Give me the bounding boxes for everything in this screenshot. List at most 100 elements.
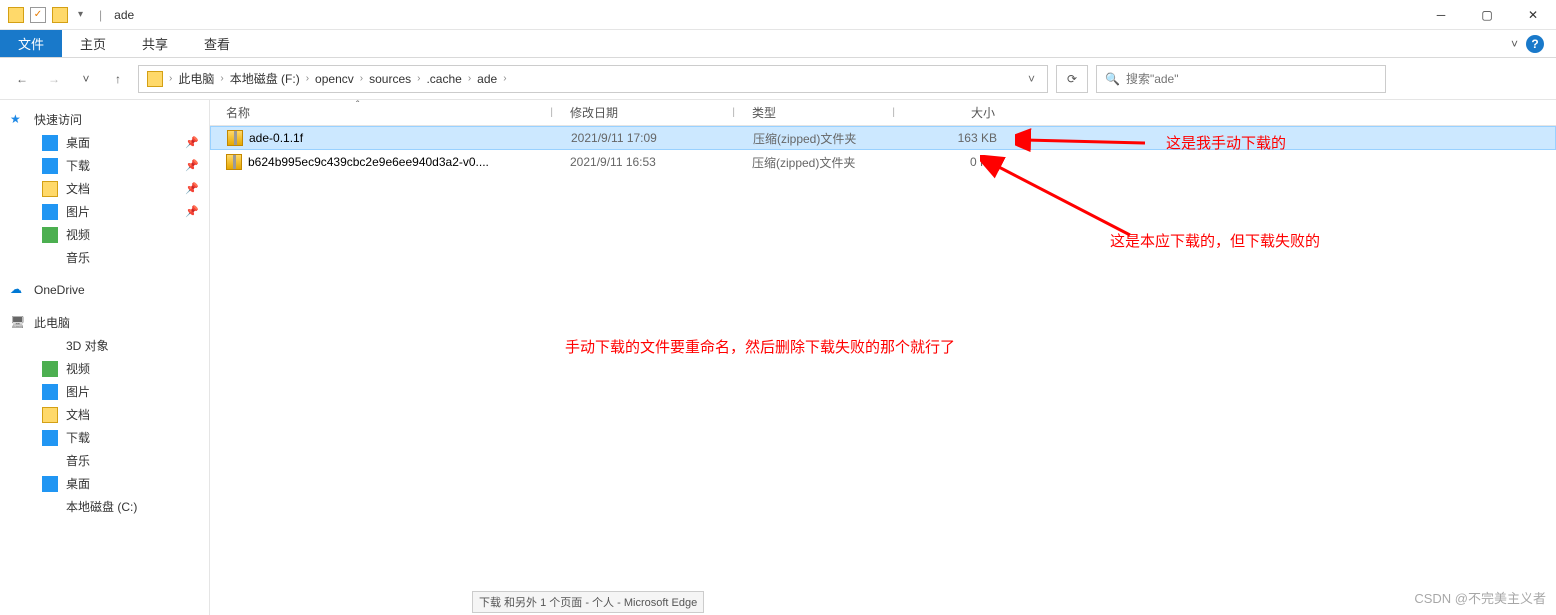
refresh-button[interactable]: ⟳ xyxy=(1056,65,1088,93)
ribbon-tab-view[interactable]: 查看 xyxy=(186,30,248,57)
sidebar-item-label: 下载 xyxy=(66,429,90,446)
qat-checkbox[interactable]: ✓ xyxy=(30,7,46,23)
address-bar[interactable]: › 此电脑›本地磁盘 (F:)›opencv›sources›.cache›ad… xyxy=(138,65,1048,93)
sidebar-item-label: 音乐 xyxy=(66,249,90,266)
ribbon-tab-share[interactable]: 共享 xyxy=(124,30,186,57)
folder-icon xyxy=(8,7,24,23)
sidebar-this-pc[interactable]: 🖥 此电脑 xyxy=(0,311,209,334)
folder-icon-2 xyxy=(52,7,68,23)
column-size[interactable]: 大小 xyxy=(904,100,1004,125)
addressbar-dropdown[interactable]: ˅ xyxy=(1020,72,1043,86)
ribbon-collapse-icon[interactable]: ˅ xyxy=(1511,37,1518,51)
titlebar: ✓ ▾ | ade ─ ▢ ✕ xyxy=(0,0,1556,30)
nav-back-button[interactable]: ← xyxy=(10,67,34,91)
pin-icon: 📌 xyxy=(185,205,199,218)
arrow-icon xyxy=(1015,128,1155,158)
breadcrumb-item[interactable]: 此电脑 xyxy=(174,70,218,87)
close-button[interactable]: ✕ xyxy=(1510,0,1556,30)
ribbon-tab-file[interactable]: 文件 xyxy=(0,30,62,57)
file-size: 163 KB xyxy=(905,131,1005,145)
sidebar-item-label: 下载 xyxy=(66,157,90,174)
chevron-right-icon[interactable]: › xyxy=(218,73,225,84)
chevron-right-icon[interactable]: › xyxy=(304,73,311,84)
chevron-right-icon[interactable]: › xyxy=(167,73,174,84)
folder-icon xyxy=(42,181,58,197)
nav-up-button[interactable]: ↑ xyxy=(106,67,130,91)
qat-dropdown[interactable]: ▾ xyxy=(74,9,87,20)
pin-icon: 📌 xyxy=(185,159,199,172)
column-name[interactable]: 名称| xyxy=(210,100,562,125)
chevron-right-icon[interactable]: › xyxy=(415,73,422,84)
breadcrumb-item[interactable]: sources xyxy=(365,72,415,86)
sidebar-item[interactable]: 音乐 xyxy=(0,246,209,269)
sidebar-item[interactable]: 下载 xyxy=(0,426,209,449)
chevron-right-icon[interactable]: › xyxy=(466,73,473,84)
sidebar-item[interactable]: 桌面📌 xyxy=(0,131,209,154)
sidebar-item[interactable]: 音乐 xyxy=(0,449,209,472)
folder-icon xyxy=(42,384,58,400)
chevron-up-icon: ˆ xyxy=(356,100,359,111)
sidebar-item-label: 视频 xyxy=(66,226,90,243)
sidebar-quick-access[interactable]: ★ 快速访问 xyxy=(0,108,209,131)
sidebar-item[interactable]: 视频 xyxy=(0,357,209,380)
pin-icon: 📌 xyxy=(185,136,199,149)
hover-tooltip: 下载 和另外 1 个页面 - 个人 - Microsoft Edge xyxy=(472,591,704,613)
sidebar-item[interactable]: 文档 xyxy=(0,403,209,426)
sidebar-item-label: 桌面 xyxy=(66,475,90,492)
folder-icon xyxy=(42,158,58,174)
addressbar-folder-icon xyxy=(147,71,163,87)
sidebar-item[interactable]: 文档📌 xyxy=(0,177,209,200)
window-title: ade xyxy=(114,8,134,22)
breadcrumb-item[interactable]: ade xyxy=(473,72,501,86)
search-box[interactable]: 🔍 xyxy=(1096,65,1386,93)
file-type: 压缩(zipped)文件夹 xyxy=(745,130,905,147)
folder-icon xyxy=(42,361,58,377)
sidebar-item[interactable]: 图片 📌 xyxy=(0,200,209,223)
nav-history-dropdown[interactable]: ˅ xyxy=(74,67,98,91)
nav-forward-button[interactable]: → xyxy=(42,67,66,91)
pc-icon: 🖥 xyxy=(10,315,26,331)
folder-icon xyxy=(42,453,58,469)
sidebar-item[interactable]: 视频 xyxy=(0,223,209,246)
column-type[interactable]: 类型| xyxy=(744,100,904,125)
folder-icon xyxy=(42,204,58,220)
pin-icon: 📌 xyxy=(185,182,199,195)
navbar: ← → ˅ ↑ › 此电脑›本地磁盘 (F:)›opencv›sources›.… xyxy=(0,58,1556,100)
sidebar-item[interactable]: 图片 xyxy=(0,380,209,403)
sidebar-item-label: 视频 xyxy=(66,360,90,377)
minimize-button[interactable]: ─ xyxy=(1418,0,1464,30)
sidebar-onedrive[interactable]: ☁ OneDrive xyxy=(0,279,209,301)
breadcrumb-item[interactable]: opencv xyxy=(311,72,358,86)
chevron-right-icon[interactable]: › xyxy=(358,73,365,84)
sidebar-item[interactable]: 3D 对象 xyxy=(0,334,209,357)
annotation-3: 手动下载的文件要重命名，然后删除下载失败的那个就行了 xyxy=(565,336,955,357)
sidebar-label: OneDrive xyxy=(34,283,85,297)
sidebar-item[interactable]: 本地磁盘 (C:) xyxy=(0,495,209,518)
maximize-button[interactable]: ▢ xyxy=(1464,0,1510,30)
folder-icon xyxy=(42,499,58,515)
sidebar-item-label: 本地磁盘 (C:) xyxy=(66,498,137,515)
sidebar-item-label: 图片 xyxy=(66,383,90,400)
column-date[interactable]: 修改日期| xyxy=(562,100,744,125)
help-icon[interactable]: ? xyxy=(1526,35,1544,53)
search-input[interactable] xyxy=(1126,72,1377,86)
sidebar-item-label: 图片 xyxy=(66,203,90,220)
file-row[interactable]: b624b995ec9c439cbc2e9e6ee940d3a2-v0....2… xyxy=(210,150,1556,174)
zip-icon xyxy=(227,130,243,146)
sidebar-item[interactable]: 下载 📌 xyxy=(0,154,209,177)
file-type: 压缩(zipped)文件夹 xyxy=(744,154,904,171)
chevron-right-icon[interactable]: › xyxy=(501,73,508,84)
titlebar-separator: | xyxy=(93,8,108,22)
sidebar-item[interactable]: 桌面 xyxy=(0,472,209,495)
breadcrumb: 此电脑›本地磁盘 (F:)›opencv›sources›.cache›ade› xyxy=(174,70,1020,87)
sidebar-item-label: 音乐 xyxy=(66,452,90,469)
file-row[interactable]: ade-0.1.1f2021/9/11 17:09压缩(zipped)文件夹16… xyxy=(210,126,1556,150)
folder-icon xyxy=(42,407,58,423)
file-name: ade-0.1.1f xyxy=(249,131,303,145)
breadcrumb-item[interactable]: .cache xyxy=(422,72,465,86)
folder-icon xyxy=(42,430,58,446)
watermark: CSDN @不完美主义者 xyxy=(1414,588,1546,607)
sidebar-item-label: 3D 对象 xyxy=(66,337,109,354)
ribbon-tab-home[interactable]: 主页 xyxy=(62,30,124,57)
breadcrumb-item[interactable]: 本地磁盘 (F:) xyxy=(226,70,304,87)
